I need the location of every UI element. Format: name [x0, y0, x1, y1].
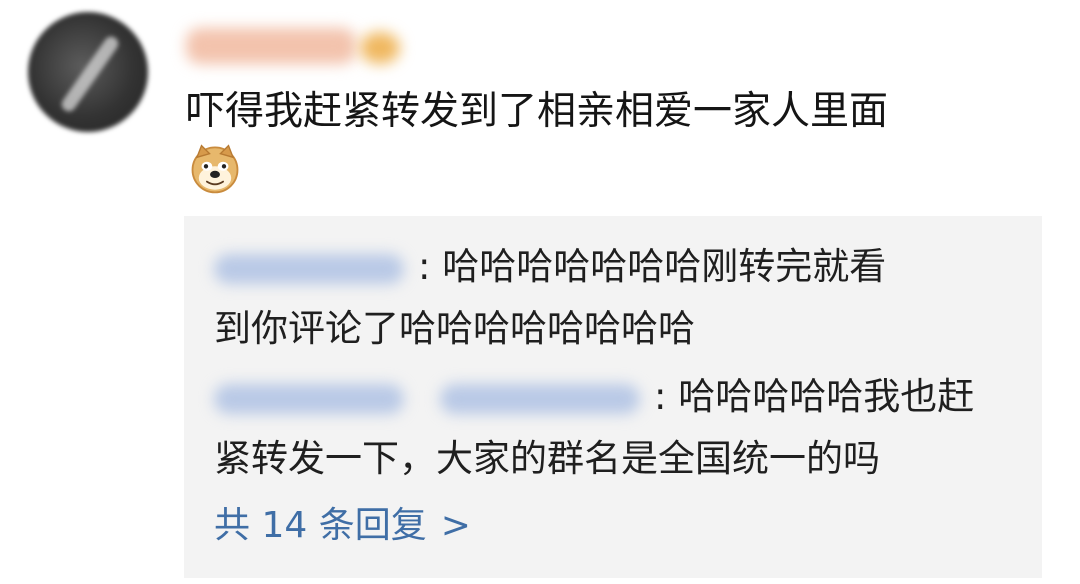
- reply-text-line-2: 紧转发一下，大家的群名是全国统一的吗: [214, 437, 880, 480]
- avatar[interactable]: [28, 12, 148, 132]
- comment-text: 吓得我赶紧转发到了相亲相爱一家人里面: [186, 89, 889, 134]
- reply-item-2[interactable]: : 哈哈哈哈哈我也赶 紧转发一下，大家的群名是全国统一的吗: [214, 366, 1014, 490]
- reply-separator: :: [418, 245, 431, 288]
- view-all-replies-link[interactable]: 共 14 条回复 >: [214, 500, 471, 552]
- blurred-username[interactable]: [186, 28, 356, 64]
- blurred-reply-username[interactable]: [214, 253, 404, 284]
- chevron-right-icon: >: [440, 505, 471, 546]
- blurred-badge-icon: [360, 32, 400, 64]
- blurred-reply-username[interactable]: [214, 383, 404, 414]
- comment-screen: 吓得我赶紧转发到了相亲相爱一家人里面 : 哈哈哈哈哈哈哈刚转完就看 到你评论了哈…: [0, 0, 1080, 584]
- reply-box: : 哈哈哈哈哈哈哈刚转完就看 到你评论了哈哈哈哈哈哈哈哈 : 哈哈哈哈哈我也赶 …: [184, 216, 1042, 578]
- reply-text-line-2: 到你评论了哈哈哈哈哈哈哈哈: [214, 307, 695, 350]
- reply-count-label: 共 14 条回复: [214, 505, 427, 546]
- avatar-mark: [59, 33, 121, 115]
- reply-text-line-1: 哈哈哈哈哈我也赶: [678, 375, 975, 418]
- blurred-reply-to-username[interactable]: [440, 383, 640, 414]
- reply-separator: :: [654, 375, 667, 418]
- doge-emoji-icon: [191, 144, 239, 194]
- reply-text-line-1: 哈哈哈哈哈哈哈刚转完就看: [442, 245, 887, 288]
- reply-item-1[interactable]: : 哈哈哈哈哈哈哈刚转完就看 到你评论了哈哈哈哈哈哈哈哈: [214, 236, 1014, 360]
